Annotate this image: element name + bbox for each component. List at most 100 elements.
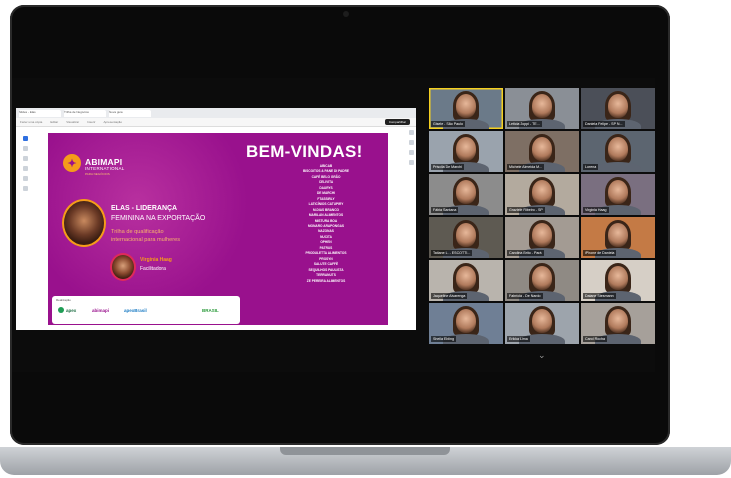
participant-name: Daniela Felipe - SP N...: [583, 121, 625, 127]
participant-tile[interactable]: Jaqueline Alvarenga: [429, 260, 503, 301]
participant-face: [608, 223, 628, 247]
facilitator-photo: [110, 253, 136, 281]
participant-tile[interactable]: Daiane Stesmann: [581, 260, 655, 301]
program-title-line2: FEMININA NA EXPORTAÇÃO: [111, 215, 206, 222]
laptop-base: [0, 447, 731, 475]
participant-face: [608, 266, 628, 290]
participant-face: [456, 94, 476, 118]
participant-face: [456, 266, 476, 290]
participant-face: [608, 309, 628, 333]
participant-tile[interactable]: Lorena: [581, 131, 655, 172]
program-photo: [62, 199, 106, 247]
browser-tab[interactable]: Trilha de Negócios: [64, 109, 106, 117]
participant-tile[interactable]: Virginia Haag: [581, 174, 655, 215]
slides-menu-bar: Fazer uma cópia Editar Visualizar Inseri…: [16, 118, 416, 127]
participant-tile[interactable]: Fábia Santana: [429, 174, 503, 215]
camera-dot: [343, 11, 349, 17]
sponsor-label: Realização: [56, 298, 71, 302]
participant-tile[interactable]: Erikka Lima: [505, 303, 579, 344]
participant-tile[interactable]: Tatiane L. - ESCOTTI...: [429, 217, 503, 258]
menu-item[interactable]: Fazer uma cópia: [20, 120, 42, 124]
participant-name: Virginia Haag: [583, 207, 609, 213]
participant-name: Lorena: [583, 164, 599, 170]
laptop-notch: [280, 447, 450, 455]
browser-tab[interactable]: Nova guia: [109, 109, 151, 117]
participant-name: Fábia Santana: [431, 207, 459, 213]
participant-tile[interactable]: Graziele Ribeiro - SP: [505, 174, 579, 215]
participant-face: [608, 94, 628, 118]
participant-tile[interactable]: Daniela Felipe - SP N...: [581, 88, 655, 129]
participant-tile[interactable]: Carolina Brito - Pará: [505, 217, 579, 258]
abimapi-logo-icon: ✦: [63, 154, 81, 172]
participant-tile[interactable]: Gisele - São Paulo: [429, 88, 503, 129]
trail-subtitle-line2: internacional para mulheres: [111, 237, 181, 243]
facilitator-role: Facilitadora: [140, 266, 166, 272]
text-tool-icon[interactable]: [23, 176, 28, 181]
participant-face: [456, 180, 476, 204]
slide-heading: BEM-VINDAS!: [246, 142, 363, 161]
participant-name: Michele Almeida M...: [507, 164, 545, 170]
browser-tab[interactable]: Slides - Elas: [19, 109, 61, 117]
participant-name: Leticia Joppi - TE...: [507, 121, 542, 127]
shape-tool-icon[interactable]: [23, 166, 28, 171]
menu-item[interactable]: Apresentação: [103, 120, 122, 124]
participant-name: Tatiane L. - ESCOTTI...: [431, 250, 473, 256]
participant-face: [532, 94, 552, 118]
participant-face: [532, 180, 552, 204]
participant-face: [608, 180, 628, 204]
apex-logo-icon: [58, 307, 64, 313]
participant-grid: Gisele - São Paulo Leticia Joppi - TE... D…: [429, 88, 655, 348]
company-list: ABICAB BISCOITOS & PANE DI PADRE CAFÉ BELO…: [266, 164, 386, 284]
participant-tile[interactable]: Leticia Joppi - TE...: [505, 88, 579, 129]
participant-tile[interactable]: Fabrícia - De Nardo: [505, 260, 579, 301]
zoom-tool-icon[interactable]: [23, 146, 28, 151]
participant-face: [456, 223, 476, 247]
participant-name: Daiane Stesmann: [583, 293, 616, 299]
chevron-down-icon[interactable]: ⌄: [538, 350, 546, 361]
pen-tool-icon[interactable]: [23, 156, 28, 161]
right-toolbar: [408, 130, 414, 170]
sponsor-name: apex: [66, 308, 77, 313]
sponsor-bar: Realização apex abimapi apexBrasil BRASI…: [52, 296, 240, 324]
participant-tile[interactable]: Carol Rocha: [581, 303, 655, 344]
participant-name: iPhone de Daniela: [583, 250, 617, 256]
logo-tagline: PARA NEGÓCIOS: [85, 172, 110, 176]
trail-subtitle-line1: Trilha de qualificação: [111, 229, 164, 235]
participant-name: Carol Rocha: [583, 336, 607, 342]
program-title-line1: ELAS - LIDERANÇA: [111, 205, 178, 212]
menu-item[interactable]: Inserir: [87, 120, 95, 124]
participant-body: [595, 162, 641, 172]
settings-icon[interactable]: [409, 160, 414, 165]
company-list-item: ZE PEREIRA ALIMENTOS: [306, 278, 346, 283]
facilitator-name: Virgínia Haag: [140, 257, 172, 263]
participant-face: [456, 137, 476, 161]
cursor-tool-icon[interactable]: [23, 136, 28, 141]
participant-tile[interactable]: iPhone de Daniela: [581, 217, 655, 258]
participant-face: [532, 223, 552, 247]
participant-name: Sheila Ebling: [431, 336, 456, 342]
participant-face: [532, 309, 552, 333]
participant-name: Carolina Brito - Pará: [507, 250, 544, 256]
participant-face: [456, 309, 476, 333]
menu-item[interactable]: Visualizar: [66, 120, 79, 124]
sponsor-name: BRASIL: [202, 308, 219, 313]
sponsor-name: apexBrasil: [124, 308, 147, 313]
share-button[interactable]: Compartilhar: [384, 119, 410, 125]
participant-name: Graziele Ribeiro - SP: [507, 207, 545, 213]
comment-icon[interactable]: [409, 130, 414, 135]
participant-face: [532, 137, 552, 161]
layers-icon[interactable]: [409, 150, 414, 155]
participant-name: Gisele - São Paulo: [431, 121, 465, 127]
participant-face: [608, 137, 628, 161]
menu-item[interactable]: Editar: [50, 120, 58, 124]
participant-tile[interactable]: Michele Almeida M...: [505, 131, 579, 172]
browser-tab-bar: Slides - Elas Trilha de Negócios Nova gu…: [16, 108, 416, 118]
sponsor-name: abimapi: [92, 308, 110, 313]
participant-name: Jaqueline Alvarenga: [431, 293, 468, 299]
participant-tile[interactable]: Priscila De Marchi: [429, 131, 503, 172]
participant-face: [532, 266, 552, 290]
image-tool-icon[interactable]: [23, 186, 28, 191]
participant-tile[interactable]: Sheila Ebling: [429, 303, 503, 344]
presentation-slide: ✦ ABIMAPI INTERNATIONAL PARA NEGÓCIOS BE…: [48, 133, 388, 325]
chat-icon[interactable]: [409, 140, 414, 145]
